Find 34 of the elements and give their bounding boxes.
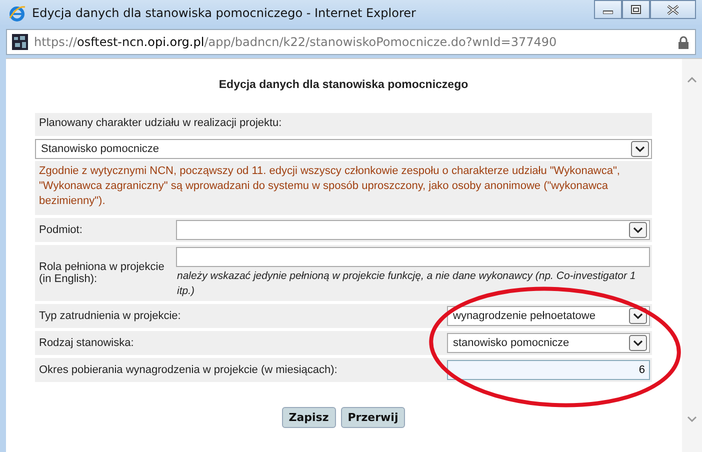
info-note: Zgodnie z wytycznymi NCN, począwszy od 11. edycji wszyscy członkowie zespołu o charakterze udziału "Wykonawca", "Wykonawca zagraniczny" są wprowadzani do systemu w sposób uproszczony, jako osoby anonimowe ("wykonawca bezimienny").	[35, 161, 652, 215]
dropdown-caret-icon	[629, 222, 647, 238]
form-button[interactable]: Zapisz	[282, 407, 336, 428]
maximize-button[interactable]	[622, 0, 650, 19]
window-title: Edycja danych dla stanowiska pomocniczego - Internet Explorer	[32, 6, 417, 20]
browser-logo-icon	[8, 4, 26, 22]
scroll-down-icon	[687, 416, 697, 422]
address-bar[interactable]: https://osftest-ncn.opi.org.pl/app/badncn/k22/stanowiskoPomocnicze.do?wnId=377490	[6, 29, 696, 55]
field-hint: należy wskazać jedynie pełnioną w projekcie funkcję, a nie dane wykonawcy (np. Co-investigator 1 itp.)	[176, 269, 637, 299]
input-field[interactable]	[176, 247, 650, 267]
dropdown-caret-icon	[629, 308, 647, 324]
field-label: Typ zatrudnienia w projekcie:	[38, 309, 182, 324]
field-label: Rodzaj stanowiska:	[38, 336, 135, 351]
scroll-up-icon	[687, 77, 697, 83]
field-label: Podmiot:	[38, 223, 84, 238]
input-field[interactable]: 6	[447, 360, 650, 380]
minimize-button[interactable]	[594, 0, 622, 19]
dropdown[interactable]: stanowisko pomocnicze	[447, 333, 650, 353]
dropdown-caret-icon	[629, 335, 647, 351]
field-label: Planowany charakter udziału w realizacji projektu:	[35, 113, 652, 136]
close-icon	[667, 4, 679, 14]
maximize-icon	[631, 5, 641, 14]
dropdown[interactable]: Stanowisko pomocnicze	[35, 139, 652, 159]
form-button[interactable]: Przerwij	[340, 407, 406, 428]
dropdown-caret-icon	[631, 141, 649, 157]
field-label: Rola pełniona w projekcie (in English):	[38, 260, 166, 287]
close-button[interactable]	[650, 0, 696, 19]
lock-icon	[678, 36, 689, 48]
scrollbar[interactable]	[682, 59, 702, 452]
form-heading: Edycja danych dla stanowiska pomocniczego	[218, 79, 470, 93]
site-icon	[12, 34, 28, 50]
dropdown[interactable]: wynagrodzenie pełnoetatowe	[447, 306, 650, 326]
field-label: Okres pobierania wynagrodzenia w projekcie (w miesiącach):	[38, 363, 338, 378]
url-text: https://osftest-ncn.opi.org.pl/app/badncn/k22/stanowiskoPomocnicze.do?wnId=377490	[34, 35, 558, 49]
